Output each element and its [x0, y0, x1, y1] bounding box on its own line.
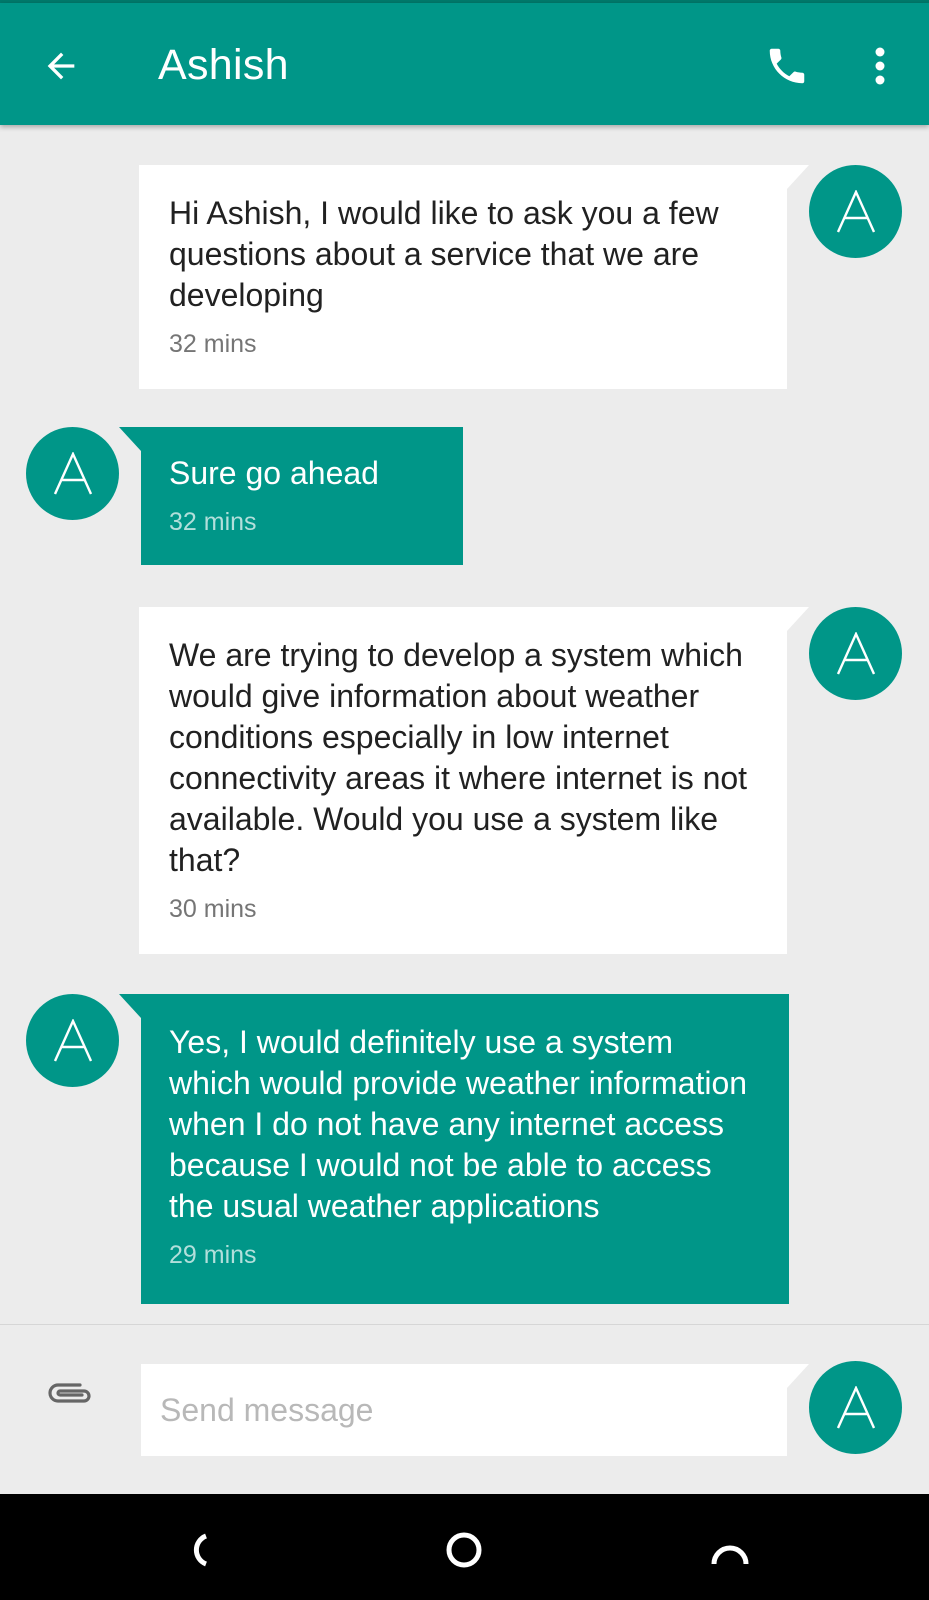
message-time: 32 mins — [169, 330, 257, 358]
avatar-letter-a-icon — [53, 1018, 92, 1061]
message-bubble-outgoing[interactable]: We are trying to develop a system which … — [139, 607, 787, 954]
compose-bar — [0, 1324, 929, 1494]
system-navigation-bar — [0, 1494, 929, 1600]
bubble-tail — [119, 994, 141, 1018]
input-tail — [787, 1364, 809, 1388]
arrow-back-icon[interactable] — [34, 39, 88, 93]
avatar-letter-a-icon — [836, 631, 875, 674]
message-text: We are trying to develop a system which … — [169, 637, 748, 878]
message-text: Yes, I would definitely use a system whi… — [169, 1024, 748, 1224]
avatar[interactable] — [809, 165, 902, 258]
bubble-tail — [787, 165, 809, 189]
avatar-letter-a-icon — [836, 1385, 875, 1428]
avatar-letter-a-icon — [53, 451, 92, 494]
message-bubble-outgoing[interactable]: Hi Ashish, I would like to ask you a few… — [139, 165, 787, 389]
nav-home-icon[interactable] — [432, 1518, 496, 1582]
more-vert-icon[interactable] — [855, 39, 905, 93]
bubble-tail — [119, 427, 141, 451]
send-message-input[interactable] — [141, 1364, 787, 1456]
avatar[interactable] — [26, 994, 119, 1087]
message-time: 32 mins — [169, 508, 257, 536]
message-text: Hi Ashish, I would like to ask you a few… — [169, 195, 719, 313]
nav-back-icon[interactable] — [168, 1518, 232, 1582]
message-time: 29 mins — [169, 1241, 257, 1269]
message-bubble-incoming[interactable]: Sure go ahead 32 mins — [141, 427, 463, 565]
avatar[interactable] — [26, 427, 119, 520]
app-bar: Ashish — [0, 3, 929, 125]
avatar-letter-a-icon — [836, 189, 875, 232]
nav-recents-icon[interactable] — [698, 1518, 762, 1582]
avatar[interactable] — [809, 607, 902, 700]
message-thread[interactable]: Hi Ashish, I would like to ask you a few… — [0, 125, 929, 1324]
phone-icon[interactable] — [760, 39, 814, 93]
message-time: 30 mins — [169, 895, 257, 923]
paperclip-icon[interactable] — [40, 1363, 100, 1423]
message-bubble-incoming[interactable]: Yes, I would definitely use a system whi… — [141, 994, 789, 1304]
bubble-tail — [787, 607, 809, 631]
message-text: Sure go ahead — [169, 455, 379, 491]
contact-name: Ashish — [158, 41, 289, 89]
send-avatar-button[interactable] — [809, 1361, 902, 1454]
